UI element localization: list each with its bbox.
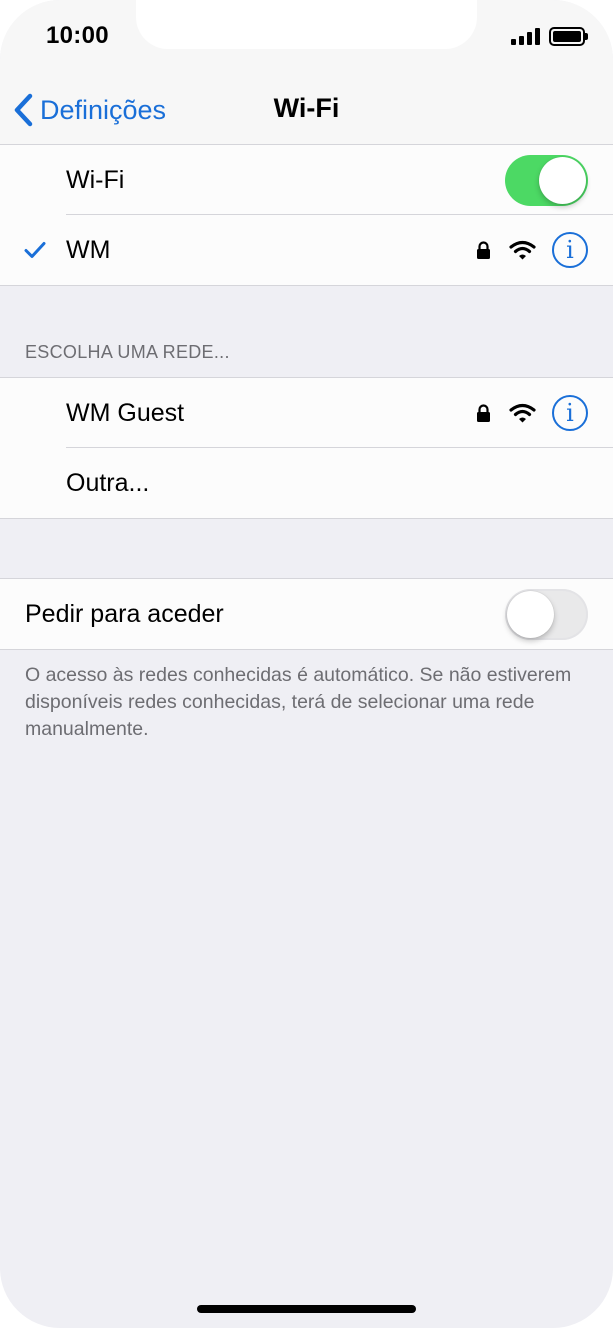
wifi-toggle[interactable] (505, 154, 588, 206)
cellular-signal-icon (511, 28, 541, 45)
wifi-signal-icon (509, 240, 536, 260)
connected-network-name: WM (66, 235, 111, 264)
home-indicator[interactable] (197, 1305, 416, 1313)
notch (136, 0, 477, 49)
ask-to-join-row: Pedir para aceder (0, 579, 613, 649)
status-time: 10:00 (46, 22, 109, 49)
status-bar: 10:00 (0, 0, 613, 80)
network-info-button[interactable]: i (552, 395, 588, 431)
ask-to-join-label: Pedir para aceder (25, 599, 224, 628)
info-icon: i (566, 399, 574, 427)
ask-to-join-footer: O acesso às redes conhecidas é automátic… (25, 664, 572, 740)
networks-group: WM Guest i Outra... (0, 377, 613, 519)
ask-to-join-toggle[interactable] (505, 588, 588, 640)
other-network-row[interactable]: Outra... (0, 448, 613, 518)
toggle-knob (507, 590, 554, 638)
network-row[interactable]: WM Guest i (0, 378, 613, 448)
chevron-left-icon (14, 93, 33, 127)
network-name: WM Guest (66, 398, 185, 427)
checkmark-icon (24, 242, 46, 258)
connected-network-info-button[interactable]: i (552, 232, 588, 268)
wifi-group: Wi-Fi WM i (0, 144, 613, 286)
battery-icon (549, 27, 588, 46)
toggle-knob (539, 156, 586, 204)
connected-network-row[interactable]: WM i (0, 215, 613, 285)
phone-screen: 10:00 Definições Wi-Fi Wi-Fi WM i ESCOLH… (0, 0, 613, 1328)
wifi-toggle-row: Wi-Fi (0, 145, 613, 215)
lock-icon (477, 241, 490, 259)
back-button-label: Definições (40, 94, 167, 125)
navigation-bar: Definições Wi-Fi (0, 80, 613, 145)
other-network-label: Outra... (66, 468, 150, 497)
lock-icon (477, 404, 490, 422)
info-icon: i (566, 236, 574, 264)
wifi-signal-icon (509, 403, 536, 423)
ask-to-join-group: Pedir para aceder (0, 578, 613, 650)
back-button[interactable]: Definições (12, 90, 166, 130)
wifi-toggle-label: Wi-Fi (66, 165, 125, 194)
networks-section-header: ESCOLHA UMA REDE... (25, 342, 230, 362)
